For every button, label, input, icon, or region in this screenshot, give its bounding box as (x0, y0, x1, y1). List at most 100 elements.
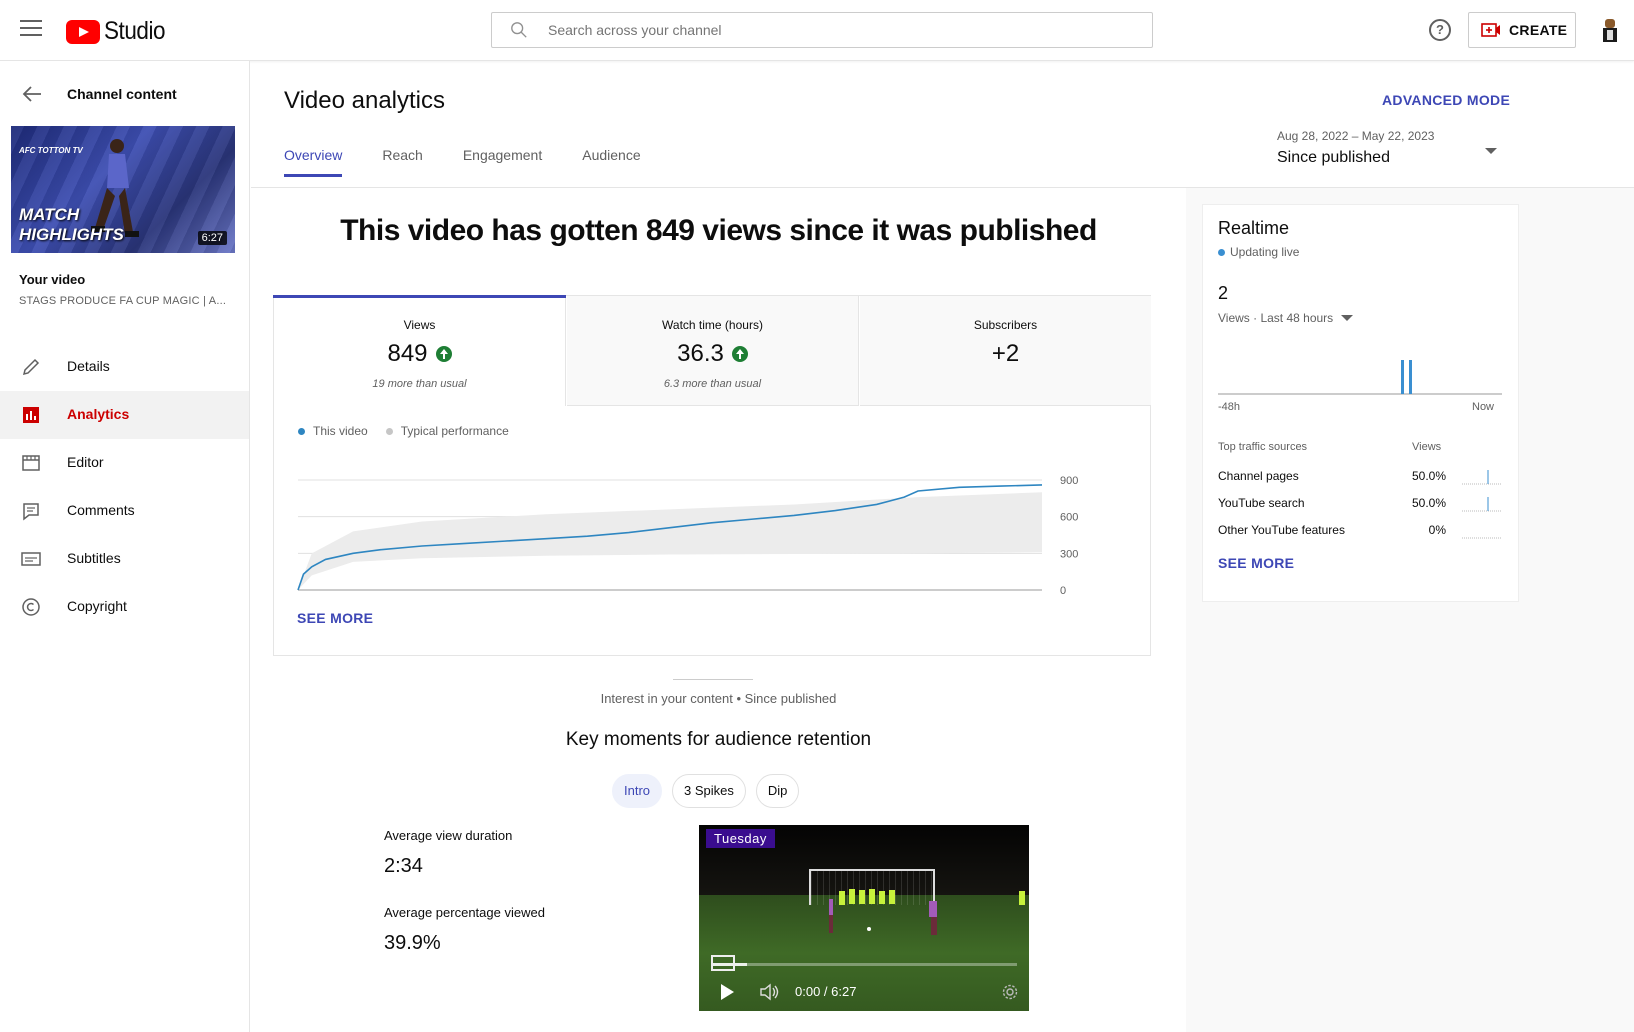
y-tick-label: 0 (1060, 585, 1066, 597)
metric-value-row: 36.3 (677, 340, 748, 368)
search-input[interactable] (548, 19, 1128, 41)
video-duration: 6:27 (197, 231, 227, 245)
copyright-icon (22, 598, 40, 616)
help-icon[interactable]: ? (1429, 19, 1451, 41)
create-button[interactable]: CREATE (1468, 12, 1576, 48)
sidebar-item-comments[interactable]: Comments (0, 487, 249, 535)
video-thumbnail[interactable]: AFC TOTTON TV MATCH HIGHLIGHTS 6:27 (11, 126, 235, 253)
dropdown-caret-icon (1341, 315, 1354, 321)
traffic-source-row[interactable]: Other YouTube features 0% (1218, 521, 1502, 541)
sidebar-item-analytics[interactable]: Analytics (0, 391, 249, 439)
overview-headline: This video has gotten 849 views since it… (340, 214, 1097, 247)
source-name: YouTube search (1218, 496, 1305, 510)
sidebar: Channel content AFC TOTTON TV MATCH HIGH… (0, 61, 250, 1032)
your-video-label: Your video (19, 272, 86, 287)
studio-logo[interactable]: Studio (66, 17, 172, 46)
see-more-button[interactable]: SEE MORE (297, 610, 373, 626)
date-range-selector[interactable]: Aug 28, 2022 – May 22, 2023 Since publis… (1277, 129, 1497, 173)
metric-value: +2 (991, 340, 1020, 367)
search-bar[interactable] (491, 12, 1153, 48)
section-divider (673, 679, 753, 680)
tab-engagement[interactable]: Engagement (463, 147, 542, 177)
metric-value-row: +2 (992, 340, 1019, 368)
trend-up-icon (435, 346, 452, 362)
views-chart[interactable]: 030060090004590135180225270 days (288, 448, 1108, 598)
chart-legend: This video Typical performance (298, 424, 527, 438)
metric-value: 36.3 (677, 340, 724, 367)
sidebar-item-label: Editor (67, 454, 104, 470)
thumbnail-title-line2: HIGHLIGHTS (19, 225, 124, 244)
legend-typical[interactable]: Typical performance (385, 424, 509, 438)
source-sparkline (1462, 470, 1502, 485)
realtime-metric-selector[interactable]: Views · Last 48 hours (1218, 311, 1354, 325)
legend-dot (298, 427, 305, 435)
traffic-source-row[interactable]: YouTube search 50.0% (1218, 494, 1502, 514)
subtitles-icon (21, 552, 41, 566)
menu-icon[interactable] (20, 20, 42, 38)
source-pct: 50.0% (1411, 469, 1446, 483)
settings-gear-icon[interactable] (1001, 983, 1019, 1001)
live-label: Updating live (1230, 245, 1300, 259)
metric-subscribers[interactable]: Subscribers +2 (860, 296, 1151, 406)
sidebar-item-details[interactable]: Details (0, 343, 249, 391)
source-name: Channel pages (1218, 469, 1299, 483)
main-content: Video analytics ADVANCED MODE Overview R… (251, 61, 1634, 1032)
realtime-panel: Realtime Updating live 2 Views · Last 48… (1186, 188, 1634, 1032)
metric-sub: 19 more than usual (372, 378, 467, 390)
sidebar-item-label: Details (67, 358, 110, 374)
thumbnail-channel-tag: AFC TOTTON TV (19, 146, 83, 155)
sidebar-nav: Details Analytics Editor Comments Subtit… (0, 343, 250, 631)
dropdown-caret-icon (1485, 148, 1497, 154)
date-range-label: Since published (1277, 149, 1390, 166)
sidebar-item-subtitles[interactable]: Subtitles (0, 535, 249, 583)
legend-label: This video (313, 424, 368, 438)
realtime-see-more-button[interactable]: SEE MORE (1218, 555, 1294, 571)
avatar[interactable] (1598, 16, 1622, 44)
legend-this-video[interactable]: This video (298, 424, 368, 438)
realtime-count: 2 (1218, 283, 1229, 303)
traffic-sources-header: Top traffic sources (1218, 441, 1308, 453)
video-player[interactable]: Tuesday 0:00 / 6:27 (699, 825, 1029, 1011)
traffic-source-row[interactable]: Channel pages 50.0% (1218, 467, 1502, 487)
overview-panel: This video has gotten 849 views since it… (251, 188, 1186, 1032)
source-sparkline (1462, 497, 1502, 512)
avg-percentage-value: 39.9% (384, 932, 441, 954)
comments-icon (23, 503, 39, 521)
metric-label: Views (403, 318, 436, 332)
realtime-live-status: Updating live (1218, 245, 1299, 259)
source-name: Other YouTube features (1218, 523, 1345, 537)
tab-overview[interactable]: Overview (284, 147, 343, 177)
typical-performance-band (298, 492, 1042, 590)
date-range-dates: Aug 28, 2022 – May 22, 2023 (1277, 129, 1435, 143)
chip-intro[interactable]: Intro (612, 774, 663, 808)
metric-watch-time[interactable]: Watch time (hours) 36.3 6.3 more than us… (567, 296, 859, 406)
pencil-icon (22, 358, 40, 376)
video-title: STAGS PRODUCE FA CUP MAGIC | A... (19, 295, 227, 307)
y-tick-label: 300 (1060, 548, 1078, 560)
avg-view-duration-value: 2:34 (384, 855, 423, 877)
sidebar-item-copyright[interactable]: Copyright (0, 583, 249, 631)
video-scrub-handle[interactable] (711, 955, 735, 971)
tab-audience[interactable]: Audience (582, 147, 640, 177)
back-to-channel-content[interactable]: Channel content (0, 79, 250, 109)
realtime-axis-end: Now (1472, 401, 1495, 413)
realtime-axis-start: -48h (1218, 401, 1241, 413)
tab-reach[interactable]: Reach (382, 147, 422, 177)
metric-views[interactable]: Views 849 19 more than usual (273, 295, 566, 406)
sidebar-item-label: Copyright (67, 598, 127, 614)
video-progress-track[interactable] (711, 963, 1017, 966)
back-label: Channel content (67, 86, 177, 102)
play-icon[interactable] (721, 984, 734, 1000)
sidebar-item-editor[interactable]: Editor (0, 439, 249, 487)
metric-value-row: 849 (387, 340, 452, 368)
views-header: Views (1412, 441, 1442, 453)
realtime-chart[interactable] (1218, 335, 1502, 395)
sidebar-item-label: Subtitles (67, 550, 121, 566)
chip-spikes[interactable]: 3 Spikes (672, 774, 746, 808)
video-day-tag: Tuesday (706, 829, 775, 848)
interest-caption: Interest in your content • Since publish… (600, 691, 837, 706)
chip-dip[interactable]: Dip (755, 774, 800, 808)
volume-icon[interactable] (759, 983, 781, 1001)
legend-dot (385, 427, 393, 435)
advanced-mode-button[interactable]: ADVANCED MODE (1382, 92, 1510, 108)
